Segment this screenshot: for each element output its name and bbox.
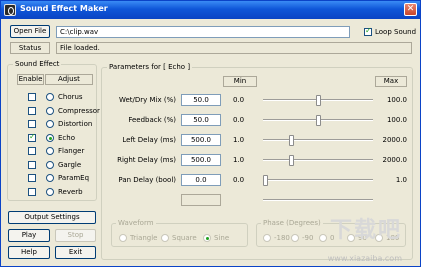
effect-enable-checkbox[interactable]: [28, 160, 36, 169]
param-min-label: 1.0: [233, 136, 245, 144]
enable-header: Enable: [17, 74, 44, 85]
output-settings-button[interactable]: Output Settings: [8, 211, 96, 224]
effect-enable-checkbox[interactable]: [28, 106, 36, 115]
app-window: Sound Effect Maker ✕ Open File C:\clip.w…: [0, 0, 421, 267]
param-min-label: 1.0: [233, 156, 245, 164]
param-value-field[interactable]: [181, 194, 221, 206]
effect-select-radio[interactable]: [46, 133, 54, 142]
param-value-field[interactable]: 500.0: [181, 134, 221, 146]
effect-enable-checkbox[interactable]: [28, 132, 36, 142]
open-file-button[interactable]: Open File: [10, 25, 50, 38]
param-max-label: 2000.0: [382, 156, 408, 164]
waveform-group-label: Waveform: [116, 219, 156, 227]
effect-select-radio[interactable]: [46, 93, 54, 101]
effect-select-radio[interactable]: [46, 174, 54, 182]
param-min-label: 0.0: [233, 96, 245, 104]
param-value-field[interactable]: 50.0: [181, 114, 221, 126]
effect-enable-checkbox[interactable]: [28, 187, 36, 196]
help-button[interactable]: Help: [8, 246, 50, 259]
title-bar[interactable]: Sound Effect Maker ✕: [1, 1, 420, 19]
effect-label: Gargle: [58, 160, 82, 169]
window-title: Sound Effect Maker: [20, 4, 108, 13]
param-slider-thumb[interactable]: [263, 175, 268, 186]
param-slider-track[interactable]: [263, 199, 373, 201]
param-max-label: 1.0: [395, 176, 407, 184]
param-label: Pan Delay (bool): [118, 176, 176, 184]
file-path-field[interactable]: C:\clip.wav: [56, 26, 350, 38]
close-button[interactable]: ✕: [404, 3, 417, 16]
waveform-option-label: Sine: [214, 234, 230, 242]
sound-effect-group-label: Sound Effect: [13, 60, 62, 68]
effect-select-radio[interactable]: [46, 120, 54, 128]
effect-label: Flanger: [58, 147, 85, 155]
param-label: Feedback (%): [128, 116, 176, 124]
phase-radio[interactable]: [319, 234, 327, 242]
watermark-url: www.xiazaiba.com: [327, 254, 402, 263]
effect-label: Distortion: [58, 120, 93, 128]
effect-label: Reverb: [58, 187, 83, 196]
param-label: Left Delay (ms): [122, 136, 176, 144]
waveform-option-label: Triangle: [130, 234, 158, 242]
param-value-field[interactable]: 50.0: [181, 94, 221, 106]
phase-option-label: -90: [302, 234, 314, 242]
play-button[interactable]: Play: [8, 229, 50, 242]
param-label: Right Delay (ms): [117, 156, 176, 164]
adjust-header: Adjust: [45, 74, 93, 85]
phase-radio[interactable]: [291, 234, 299, 242]
param-slider-thumb[interactable]: [315, 95, 321, 106]
param-max-label: 100.0: [386, 96, 407, 104]
status-field: File loaded.: [56, 42, 412, 54]
waveform-radio[interactable]: [203, 234, 211, 242]
effect-label: ParamEq: [58, 174, 90, 182]
param-value-field[interactable]: 0.0: [181, 174, 221, 186]
max-header: Max: [375, 76, 407, 87]
effect-label: Echo: [58, 133, 75, 142]
param-slider-track[interactable]: [263, 159, 373, 161]
app-icon: [4, 4, 16, 16]
waveform-option-label: Square: [172, 234, 197, 242]
effect-enable-checkbox[interactable]: [28, 174, 36, 182]
loop-sound-checkbox[interactable]: [364, 26, 372, 36]
effect-select-radio[interactable]: [46, 160, 54, 169]
stop-button[interactable]: Stop: [55, 229, 96, 242]
param-label: Wet/Dry Mix (%): [118, 96, 176, 104]
param-min-label: 0.0: [233, 116, 245, 124]
loop-sound-label: Loop Sound: [375, 28, 417, 36]
effect-label: Chorus: [58, 93, 83, 101]
param-slider-thumb[interactable]: [289, 155, 295, 166]
param-min-label: 0.0: [233, 176, 245, 184]
param-value-field[interactable]: 500.0: [181, 154, 221, 166]
param-slider-thumb[interactable]: [289, 135, 295, 146]
param-slider-track[interactable]: [263, 179, 373, 181]
status-label: Status: [10, 42, 50, 54]
waveform-radio[interactable]: [119, 234, 127, 242]
effect-enable-checkbox[interactable]: [28, 93, 36, 101]
min-header: Min: [223, 76, 257, 87]
effect-enable-checkbox[interactable]: [28, 120, 36, 128]
param-slider-track[interactable]: [263, 139, 373, 141]
effect-label: Compressor: [58, 106, 100, 115]
effect-select-radio[interactable]: [46, 147, 54, 155]
param-max-label: 100.0: [386, 116, 407, 124]
effect-enable-checkbox[interactable]: [28, 147, 36, 155]
param-max-label: 2000.0: [382, 136, 408, 144]
phase-option-label: -180: [274, 234, 290, 242]
phase-group-label: Phase (Degrees): [261, 219, 323, 227]
exit-button[interactable]: Exit: [55, 246, 96, 259]
effect-select-radio[interactable]: [46, 106, 54, 115]
watermark-logo: 下载吧: [329, 218, 402, 243]
waveform-radio[interactable]: [161, 234, 169, 242]
parameters-group-label: Parameters for [ Echo ]: [107, 63, 193, 71]
phase-radio[interactable]: [263, 234, 271, 242]
effect-select-radio[interactable]: [46, 187, 54, 196]
param-slider-thumb[interactable]: [315, 115, 321, 126]
